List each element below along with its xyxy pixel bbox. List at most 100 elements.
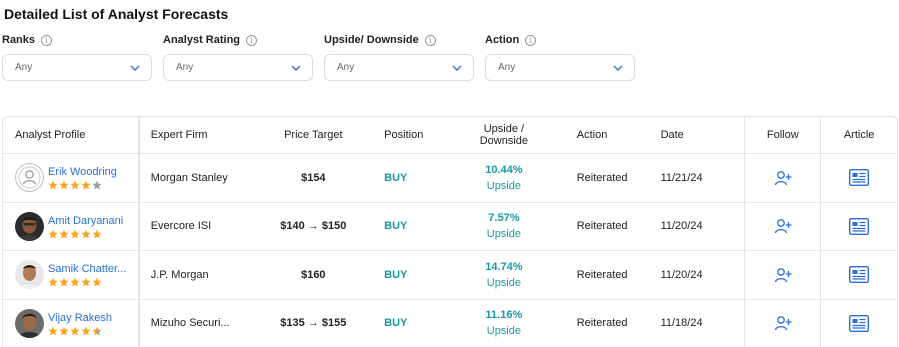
select-value: Any [15, 62, 33, 73]
article-icon[interactable] [849, 169, 870, 187]
info-icon[interactable]: i [424, 34, 436, 46]
analyst-name-link[interactable]: Samik Chatter... [48, 262, 126, 276]
article-cell [820, 154, 897, 202]
star-icon [92, 180, 102, 190]
avatar[interactable] [15, 211, 44, 241]
upside-direction: Upside [486, 325, 521, 338]
header-analyst-profile[interactable]: Analyst Profile [3, 117, 140, 153]
chevron-down-icon [130, 65, 140, 71]
avatar[interactable] [15, 308, 44, 338]
table-row: Samik Chatter... J.P. Morgan $160 BUY 14… [3, 251, 897, 300]
follow-cell [744, 154, 820, 202]
filter-action: Action i Any [485, 33, 635, 81]
analyst-name-link[interactable]: Amit Daryanani [48, 214, 123, 228]
analyst-profile-cell: Amit Daryanani [3, 202, 140, 250]
star-icon [48, 180, 58, 190]
upside-direction: Upside [486, 228, 521, 241]
add-user-icon[interactable] [774, 170, 792, 186]
position-badge: BUY [384, 317, 408, 330]
position-badge: BUY [384, 268, 408, 281]
price-target: $140 → $150 [280, 220, 347, 233]
star-icon [48, 277, 58, 287]
select-value: Any [176, 62, 194, 73]
header-date[interactable]: Date [650, 117, 745, 153]
expert-firm: Evercore ISI [150, 220, 212, 233]
action-value: Reiterated [576, 171, 628, 184]
date-value: 11/20/24 [660, 220, 703, 233]
filter-label: Upside/ Downside [324, 34, 419, 46]
star-icon [81, 229, 91, 239]
upside-cell: 7.57% Upside [443, 203, 565, 251]
star-icon [70, 229, 80, 239]
analyst-name-link[interactable]: Vijay Rakesh [48, 311, 112, 325]
article-cell [820, 202, 897, 250]
analyst-rating-select[interactable]: Any [163, 54, 313, 81]
price-target: $154 [301, 171, 326, 184]
add-user-icon[interactable] [774, 315, 792, 331]
upside-cell: 11.16% Upside [443, 300, 565, 347]
star-icon [81, 277, 91, 287]
action-select[interactable]: Any [485, 54, 635, 81]
analyst-name-link[interactable]: Erik Woodring [48, 165, 117, 179]
header-follow: Follow [744, 117, 820, 153]
price-target: $135 → $155 [280, 317, 347, 330]
follow-cell [744, 251, 820, 299]
upside-value: 11.16% [485, 309, 523, 322]
header-upside-line1: Upside / [483, 123, 525, 135]
star-icon [70, 326, 80, 336]
position-badge: BUY [384, 220, 408, 233]
expert-firm: J.P. Morgan [150, 268, 209, 281]
analyst-profile-cell: Vijay Rakesh [3, 299, 140, 347]
star-icon [59, 180, 69, 190]
ranks-select[interactable]: Any [2, 54, 152, 81]
action-value: Reiterated [576, 268, 628, 281]
action-value: Reiterated [576, 317, 628, 330]
star-icon [92, 277, 102, 287]
article-cell [820, 251, 897, 299]
upside-direction: Upside [486, 276, 521, 289]
table-row: Amit Daryanani Evercore ISI $140 → $150 … [3, 202, 897, 251]
star-icon [59, 277, 69, 287]
analyst-profile-cell: Erik Woodring [3, 154, 140, 202]
header-upside-downside[interactable]: Upside / Downside [443, 117, 565, 153]
filter-label: Ranks [2, 34, 36, 46]
upside-downside-select[interactable]: Any [324, 54, 474, 81]
article-cell [820, 299, 897, 347]
header-expert-firm[interactable]: Expert Firm [140, 117, 252, 153]
star-icon [70, 180, 80, 190]
filter-analyst-rating: Analyst Rating i Any [163, 33, 313, 81]
star-icon [70, 277, 80, 287]
avatar[interactable] [15, 163, 44, 193]
price-target: $160 [301, 268, 326, 281]
chevron-down-icon [291, 65, 301, 71]
chevron-down-icon [452, 65, 462, 71]
star-icon [59, 326, 69, 336]
article-icon[interactable] [849, 217, 870, 235]
add-user-icon[interactable] [774, 218, 792, 234]
expert-firm: Morgan Stanley [150, 171, 228, 184]
date-value: 11/20/24 [660, 268, 703, 281]
add-user-icon[interactable] [774, 267, 792, 283]
upside-cell: 14.74% Upside [443, 251, 565, 299]
star-rating [48, 180, 117, 190]
filter-upside-downside: Upside/ Downside i Any [324, 33, 474, 81]
table-row: Vijay Rakesh Mizuho Securi... $135 → $15… [3, 299, 897, 347]
article-icon[interactable] [849, 314, 870, 332]
article-icon[interactable] [849, 266, 870, 284]
star-icon [59, 229, 69, 239]
star-icon [81, 326, 91, 336]
header-action[interactable]: Action [565, 117, 650, 153]
header-position[interactable]: Position [375, 117, 443, 153]
chevron-down-icon [613, 65, 623, 71]
upside-value: 14.74% [485, 260, 523, 273]
page-title: Detailed List of Analyst Forecasts [4, 6, 229, 22]
select-value: Any [337, 62, 355, 73]
info-icon[interactable]: i [41, 34, 53, 46]
star-rating [48, 277, 126, 287]
info-icon[interactable]: i [525, 34, 537, 46]
header-upside-line2: Downside [479, 135, 529, 147]
info-icon[interactable]: i [246, 34, 258, 46]
upside-cell: 10.44% Upside [443, 154, 565, 202]
header-price-target[interactable]: Price Target [251, 117, 375, 153]
avatar[interactable] [15, 260, 44, 290]
